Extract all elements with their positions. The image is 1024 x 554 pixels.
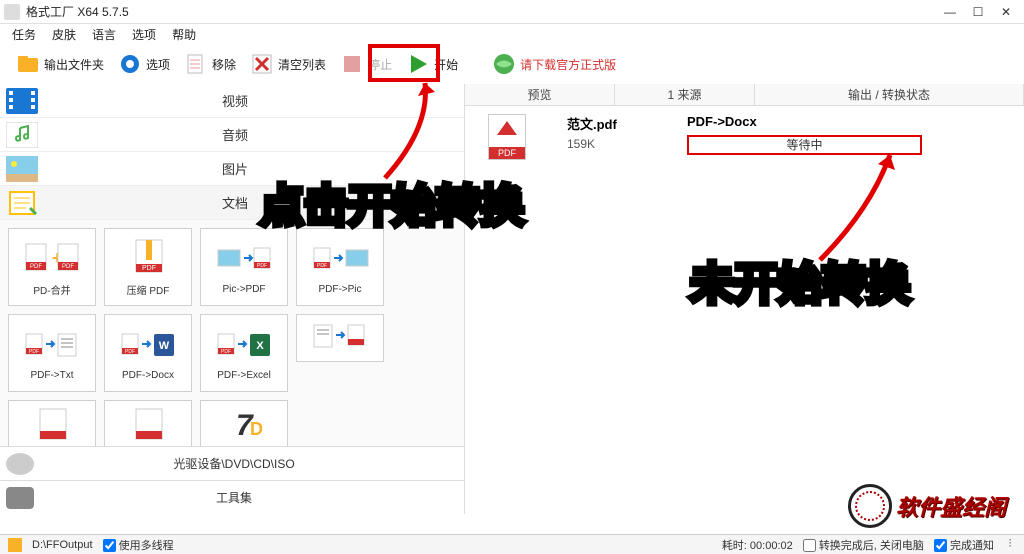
svg-text:PDF: PDF: [317, 263, 327, 269]
left-panel: 视频 音频 图片 文档 PDF+PDF PD-合并 PDF 压缩 PDF PDF: [0, 84, 465, 514]
play-icon: [406, 52, 430, 76]
statusbar: D:\FFOutput 使用多线程 耗时: 00:00:02 转换完成后, 关闭…: [0, 534, 1024, 554]
elapsed-time: 耗时: 00:00:02: [722, 537, 793, 553]
menu-skin[interactable]: 皮肤: [52, 26, 76, 43]
right-panel: 预览 1 来源 输出 / 转换状态 范文.pdf 159K PDF->Docx …: [465, 84, 1024, 514]
shutdown-checkbox[interactable]: 转换完成后, 关闭电脑: [803, 537, 924, 553]
pdf-txt-icon: PDF: [22, 326, 82, 368]
svg-text:PDF: PDF: [62, 264, 74, 270]
tool-pic-to-pdf[interactable]: PDF Pic->PDF: [200, 228, 288, 306]
stop-icon: [340, 52, 364, 76]
pdf-merge-icon: PDF+PDF: [22, 238, 82, 280]
svg-text:PDF: PDF: [257, 263, 267, 269]
watermark: 软件盛经阁: [848, 482, 1018, 530]
tool-pdf-to-pic[interactable]: PDF PDF->Pic: [296, 228, 384, 306]
list-headers: 预览 1 来源 输出 / 转换状态: [465, 84, 1024, 106]
menubar: 任务 皮肤 语言 选项 帮助: [0, 24, 1024, 44]
tool-unknown-2[interactable]: [104, 400, 192, 446]
app-icon: [4, 4, 20, 20]
stop-button[interactable]: 停止: [336, 50, 396, 78]
pdf-compress-icon: PDF: [118, 238, 178, 280]
tool-unknown-1[interactable]: [8, 400, 96, 446]
tool-txt-to-pdf[interactable]: [296, 314, 384, 362]
output-path[interactable]: D:\FFOutput: [32, 539, 93, 551]
folder-icon: [16, 52, 40, 76]
download-link[interactable]: 请下载官方正式版: [488, 50, 620, 78]
svg-text:PDF: PDF: [30, 264, 42, 270]
file-size: 159K: [567, 137, 677, 151]
svg-text:W: W: [159, 340, 170, 352]
category-video[interactable]: 视频: [0, 84, 464, 118]
txt-pdf-icon: [310, 317, 370, 359]
audio-icon: [6, 122, 38, 148]
start-button[interactable]: 开始: [402, 50, 462, 78]
tool-pdf-merge[interactable]: PDF+PDF PD-合并: [8, 228, 96, 306]
maximize-button[interactable]: ☐: [964, 5, 992, 19]
toolbox-row[interactable]: 工具集: [0, 480, 464, 514]
clear-icon: [250, 52, 274, 76]
file-name: 范文.pdf: [567, 114, 677, 133]
output-folder-button[interactable]: 输出文件夹: [12, 50, 108, 78]
tool-pdf-to-docx[interactable]: PDFW PDF->Docx: [104, 314, 192, 392]
remove-icon: [184, 52, 208, 76]
svg-text:X: X: [256, 340, 264, 352]
minimize-button[interactable]: —: [936, 5, 964, 19]
file-thumbnail: [477, 114, 537, 160]
clear-list-button[interactable]: 清空列表: [246, 50, 330, 78]
menu-options[interactable]: 选项: [132, 26, 156, 43]
task-row[interactable]: 范文.pdf 159K PDF->Docx 等待中: [477, 114, 1012, 160]
toolbox-icon: [6, 487, 34, 509]
col-source[interactable]: 1 来源: [615, 84, 755, 105]
tool-pdf-to-excel[interactable]: PDFX PDF->Excel: [200, 314, 288, 392]
toolbar: 输出文件夹 选项 移除 清空列表 停止 开始 请下载官方正式版: [0, 44, 1024, 84]
window-title: 格式工厂 X64 5.7.5: [26, 3, 936, 20]
7zip-icon: 7D: [214, 403, 274, 445]
tool-pdf-to-txt[interactable]: PDF PDF->Txt: [8, 314, 96, 392]
menu-language[interactable]: 语言: [92, 26, 116, 43]
menu-tasks[interactable]: 任务: [12, 26, 36, 43]
gear-icon: [118, 52, 142, 76]
video-icon: [6, 88, 38, 114]
category-document[interactable]: 文档: [0, 186, 464, 220]
category-audio[interactable]: 音频: [0, 118, 464, 152]
pdf-icon: [488, 114, 526, 160]
pic-pdf-icon: PDF: [214, 240, 274, 282]
pdf-pic-icon: PDF: [310, 240, 370, 282]
close-button[interactable]: ✕: [992, 5, 1020, 19]
svg-text:D: D: [250, 419, 263, 439]
notify-checkbox[interactable]: 完成通知: [934, 537, 994, 553]
disc-icon: [6, 453, 34, 475]
pdf-docx-icon: PDF W: [118, 326, 178, 368]
tool-grid: PDF+PDF PD-合并 PDF 压缩 PDF PDF Pic->PDF PD…: [0, 220, 464, 446]
svg-text:PDF: PDF: [221, 349, 231, 355]
tool-pdf-compress[interactable]: PDF 压缩 PDF: [104, 228, 192, 306]
remove-button[interactable]: 移除: [180, 50, 240, 78]
svg-text:PDF: PDF: [142, 265, 156, 272]
checkbox-icon: [8, 538, 22, 552]
col-preview[interactable]: 预览: [465, 84, 615, 105]
col-status[interactable]: 输出 / 转换状态: [755, 84, 1024, 105]
globe-icon: [492, 52, 516, 76]
titlebar: 格式工厂 X64 5.7.5 — ☐ ✕: [0, 0, 1024, 24]
svg-text:PDF: PDF: [125, 349, 135, 355]
menu-help[interactable]: 帮助: [172, 26, 196, 43]
pdf-excel-icon: PDF X: [214, 326, 274, 368]
operation-name: PDF->Docx: [687, 114, 1012, 129]
optical-drive-row[interactable]: 光驱设备\DVD\CD\ISO: [0, 446, 464, 480]
document-icon: [6, 190, 38, 216]
multithread-checkbox[interactable]: 使用多线程: [103, 537, 174, 553]
options-button[interactable]: 选项: [114, 50, 174, 78]
category-image[interactable]: 图片: [0, 152, 464, 186]
image-icon: [6, 156, 38, 182]
tool-7zip[interactable]: 7D: [200, 400, 288, 446]
svg-text:PDF: PDF: [29, 349, 39, 355]
status-box: 等待中: [687, 135, 922, 155]
